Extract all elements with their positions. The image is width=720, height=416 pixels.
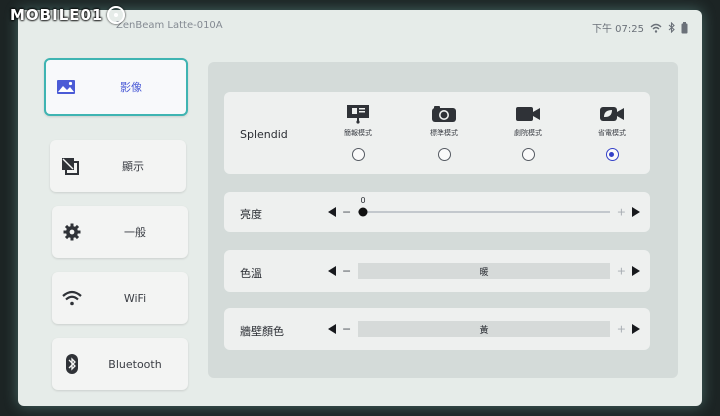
color-temp-label: 色溫 [240,267,262,280]
plus-icon[interactable]: + [617,323,626,336]
mode-radio-selected[interactable] [605,148,619,161]
watermark-circle-icon [107,6,126,24]
mode-eco[interactable]: 省電模式 [582,104,642,161]
increase-arrow-icon[interactable] [632,207,640,217]
image-icon [46,79,86,95]
plus-icon[interactable]: + [617,265,626,278]
sidebar-item-label: 一般 [124,226,146,239]
decrease-arrow-icon[interactable] [328,266,336,276]
display-icon [50,157,90,175]
sidebar-item-label: 顯示 [122,160,144,173]
mode-label: 簡報模式 [344,129,372,137]
mode-label: 劇院模式 [514,129,542,137]
minus-icon[interactable]: − [342,265,351,278]
brightness-label: 亮度 [240,208,262,221]
wall-color-label: 牆壁顏色 [240,325,284,338]
battery-icon [681,21,688,34]
presentation-icon [328,104,388,124]
sidebar-item-bluetooth[interactable]: Bluetooth [52,338,188,390]
minus-icon[interactable]: − [342,206,351,219]
sidebar-item-label: Bluetooth [108,357,162,371]
mode-presentation[interactable]: 簡報模式 [328,104,388,161]
video-camera-icon [498,104,558,124]
splendid-card: Splendid 簡報模式 標準模式 劇院模式 省電模式 [224,92,650,174]
sidebar-item-image[interactable]: 影像 [44,58,188,116]
projector-settings-screen: ZenBeam Latte-010A 下午 07:25 影像 顯示 一般 WiF… [18,10,702,406]
mode-label: 標準模式 [430,129,458,137]
sidebar-item-wifi[interactable]: WiFi [52,272,188,324]
mode-radio[interactable] [437,148,451,161]
increase-arrow-icon[interactable] [632,324,640,334]
mode-theater[interactable]: 劇院模式 [498,104,558,161]
increase-arrow-icon[interactable] [632,266,640,276]
brightness-slider[interactable]: − 0 + [328,192,640,232]
mode-standard[interactable]: 標準模式 [414,104,474,161]
wifi-icon [52,290,92,306]
sidebar-item-general[interactable]: 一般 [52,206,188,258]
slider-knob[interactable] [358,207,368,217]
device-name: ZenBeam Latte-010A [116,20,223,31]
decrease-arrow-icon[interactable] [328,324,336,334]
mode-label: 省電模式 [598,129,626,137]
wifi-icon [650,23,662,33]
wall-color-selector[interactable]: − 黃 + [328,308,640,350]
color-temp-card: 色溫 − 暖 + [224,250,650,292]
watermark-logo: MOBILE01 [10,6,126,24]
color-temp-value: 暖 [358,263,610,279]
bluetooth-icon [52,354,92,374]
brightness-track[interactable] [358,211,610,213]
splendid-label: Splendid [240,128,288,141]
brightness-card: 亮度 − 0 + [224,192,650,232]
sidebar-item-display[interactable]: 顯示 [50,140,186,192]
decrease-arrow-icon[interactable] [328,207,336,217]
color-temp-selector[interactable]: − 暖 + [328,250,640,292]
plus-icon[interactable]: + [617,206,626,219]
gear-icon [52,223,92,241]
minus-icon[interactable]: − [342,323,351,336]
status-time: 下午 07:25 [592,24,644,35]
wall-color-value: 黃 [358,321,610,337]
wall-color-card: 牆壁顏色 − 黃 + [224,308,650,350]
status-icons: 下午 07:25 [592,20,688,35]
brightness-value: 0 [360,196,366,205]
eco-leaf-icon [582,104,642,124]
sidebar-item-label: WiFi [123,291,147,305]
settings-panel: Splendid 簡報模式 標準模式 劇院模式 省電模式 亮度 − 0 + 色溫… [208,62,678,378]
bluetooth-icon [668,22,675,33]
sidebar-item-label: 影像 [120,81,142,94]
mode-radio[interactable] [351,148,365,161]
mode-radio[interactable] [521,148,535,161]
camera-icon [414,104,474,124]
